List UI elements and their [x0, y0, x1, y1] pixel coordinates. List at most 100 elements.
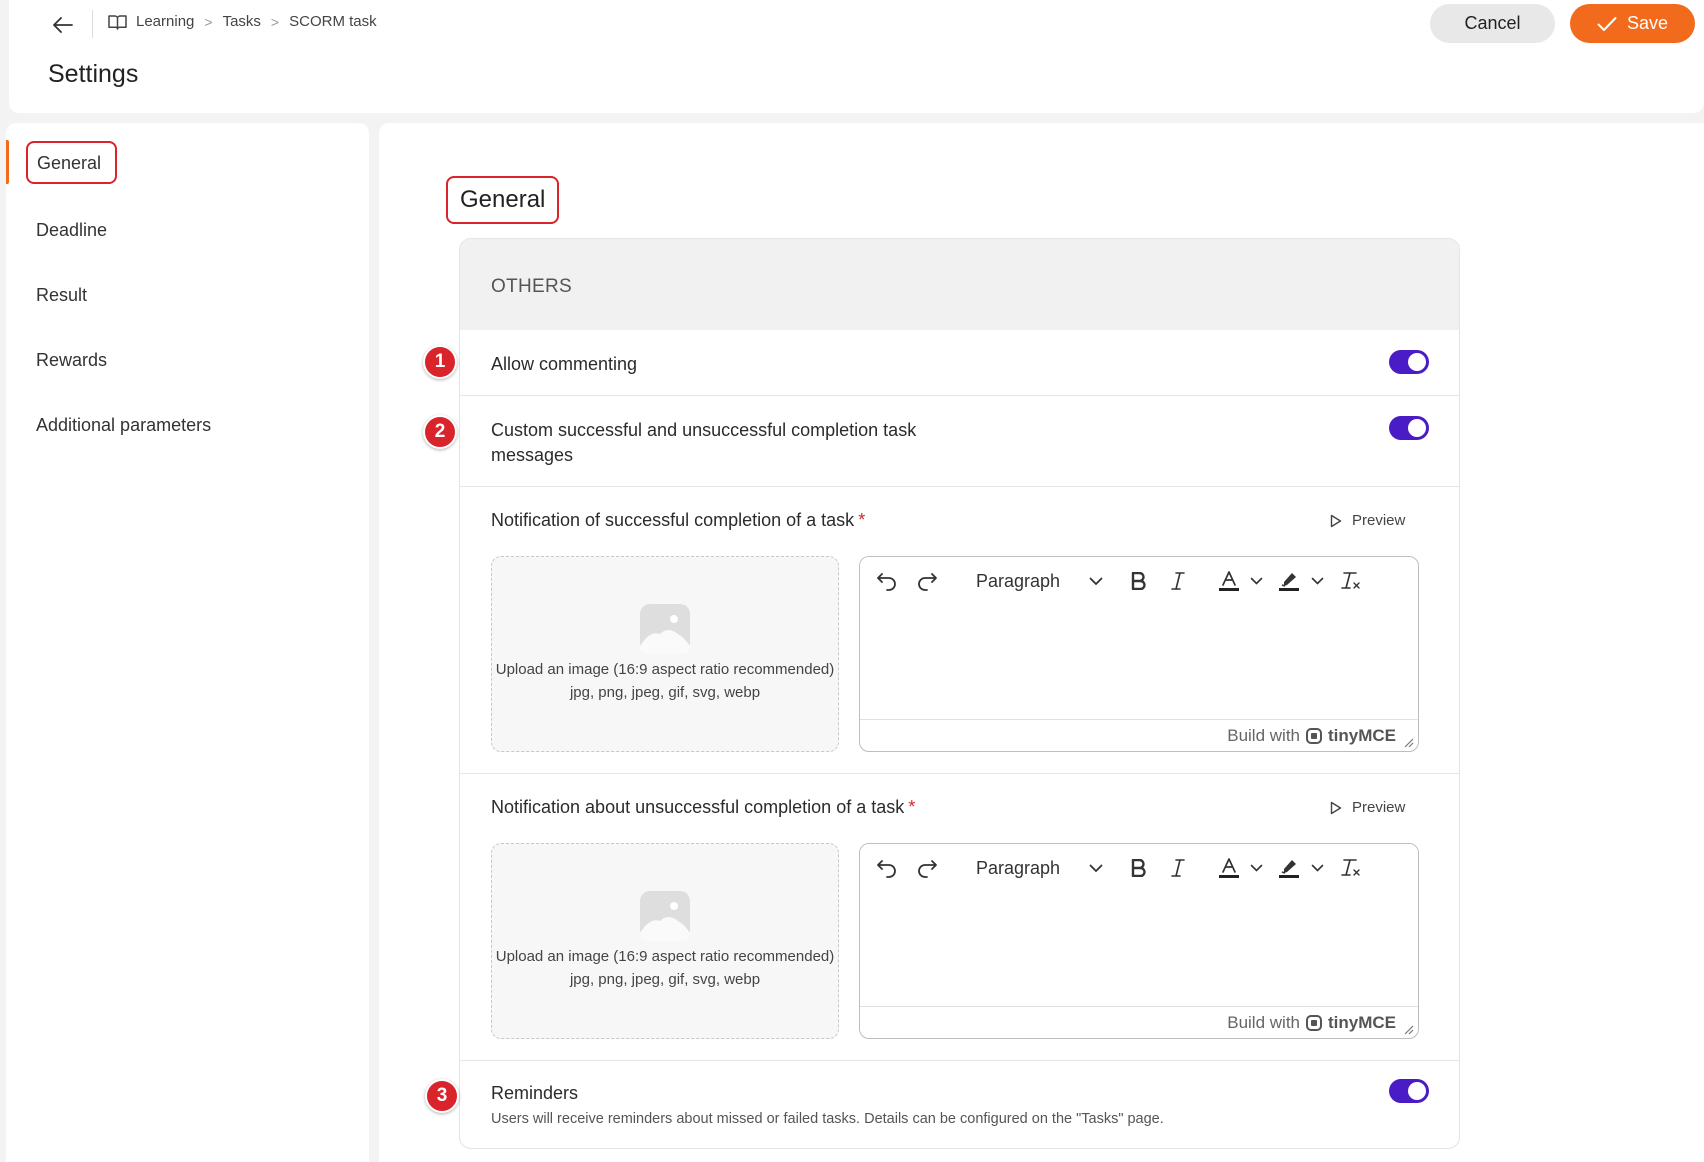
breadcrumb-separator-icon: >: [270, 13, 280, 30]
tinymce-brand: tinyMCE: [1328, 726, 1396, 745]
tinymce-logo-icon: [1306, 1015, 1322, 1031]
image-placeholder-icon: [640, 891, 690, 941]
card-header: OTHERS: [460, 239, 1459, 330]
clear-formatting-icon[interactable]: [1338, 568, 1364, 594]
play-icon: [1330, 801, 1342, 814]
tinymce-brand: tinyMCE: [1328, 1013, 1396, 1032]
bold-icon[interactable]: [1127, 568, 1151, 594]
top-bar: Learning > Tasks > SCORM task Settings C…: [9, 0, 1704, 113]
allow-commenting-toggle[interactable]: [1389, 350, 1429, 374]
editor-statusbar: Build with tinyMCE: [860, 1006, 1418, 1038]
text-color-icon[interactable]: [1216, 855, 1242, 881]
book-icon: [108, 14, 127, 30]
block-format-select[interactable]: Paragraph: [976, 571, 1060, 592]
bold-icon[interactable]: [1127, 855, 1151, 881]
chevron-down-icon[interactable]: [1248, 568, 1264, 594]
success-notification-label: Notification of successful completion of…: [491, 508, 865, 533]
divider: [460, 395, 1459, 396]
redo-icon[interactable]: [914, 568, 940, 594]
breadcrumb-current: SCORM task: [289, 13, 377, 30]
save-label: Save: [1626, 13, 1669, 33]
fail-image-upload[interactable]: Upload an image (16:9 aspect ratio recom…: [491, 843, 839, 1039]
chevron-down-icon[interactable]: [1309, 568, 1325, 594]
active-indicator: [6, 140, 9, 184]
sidebar-item-additional-parameters[interactable]: Additional parameters: [36, 415, 211, 436]
sidebar-item-rewards[interactable]: Rewards: [36, 350, 107, 371]
editor-content-area[interactable]: [860, 893, 1418, 1003]
sidebar-item-deadline[interactable]: Deadline: [36, 220, 107, 241]
upload-formats: jpg, png, jpeg, gif, svg, webp: [569, 684, 761, 701]
built-with-text: Build with: [1227, 726, 1300, 745]
undo-icon[interactable]: [874, 855, 900, 881]
highlight-icon[interactable]: [1276, 568, 1302, 594]
italic-icon[interactable]: [1166, 855, 1190, 881]
annotation-badge-3: 3: [425, 1079, 459, 1113]
chevron-down-icon[interactable]: [1309, 855, 1325, 881]
section-header-label: OTHERS: [491, 276, 572, 297]
allow-commenting-label: Allow commenting: [491, 354, 638, 374]
settings-card: OTHERS Allow commenting Custom successfu…: [459, 238, 1460, 1149]
tinymce-logo-icon: [1306, 728, 1322, 744]
success-notification-text: Notification of successful completion of…: [491, 510, 855, 530]
required-mark: *: [908, 797, 916, 817]
fail-notification-label: Notification about unsuccessful completi…: [491, 795, 915, 820]
success-rich-text-editor: Paragraph Build with tinyMCE: [859, 556, 1419, 752]
reminders-toggle[interactable]: [1389, 1079, 1429, 1103]
undo-icon[interactable]: [874, 568, 900, 594]
upload-formats: jpg, png, jpeg, gif, svg, webp: [569, 971, 761, 988]
divider: [460, 1060, 1459, 1061]
upload-instruction: Upload an image (16:9 aspect ratio recom…: [495, 661, 835, 678]
fail-preview-button[interactable]: Preview: [1330, 799, 1405, 816]
success-preview-button[interactable]: Preview: [1330, 512, 1405, 529]
image-placeholder-icon: [640, 604, 690, 654]
fail-notification-text: Notification about unsuccessful completi…: [491, 797, 905, 817]
annotation-badge-2: 2: [423, 415, 457, 449]
editor-content-area[interactable]: [860, 606, 1418, 716]
chevron-down-icon[interactable]: [1086, 568, 1106, 594]
tinymce-branding[interactable]: Build with tinyMCE: [1227, 726, 1396, 746]
upload-instruction: Upload an image (16:9 aspect ratio recom…: [495, 948, 835, 965]
clear-formatting-icon[interactable]: [1338, 855, 1364, 881]
fail-rich-text-editor: Paragraph Build with tinyMCE: [859, 843, 1419, 1039]
editor-statusbar: Build with tinyMCE: [860, 719, 1418, 751]
cancel-button[interactable]: Cancel: [1430, 4, 1555, 43]
custom-messages-label: Custom successful and unsuccessful compl…: [491, 418, 916, 468]
breadcrumb-separator-icon: >: [204, 13, 213, 30]
divider: [92, 10, 93, 38]
editor-toolbar: Paragraph: [860, 844, 1418, 893]
sidebar-item-result[interactable]: Result: [36, 285, 87, 306]
back-arrow-icon[interactable]: [50, 12, 76, 38]
preview-label: Preview: [1352, 799, 1406, 816]
chevron-down-icon[interactable]: [1086, 855, 1106, 881]
highlight-icon[interactable]: [1276, 855, 1302, 881]
reminders-label: Reminders: [491, 1083, 579, 1103]
editor-toolbar: Paragraph: [860, 557, 1418, 606]
custom-messages-toggle[interactable]: [1389, 416, 1429, 440]
breadcrumb-tasks[interactable]: Tasks: [223, 13, 261, 30]
chevron-down-icon[interactable]: [1248, 855, 1264, 881]
reminders-description: Users will receive reminders about misse…: [491, 1111, 1164, 1127]
sidebar: General Deadline Result Rewards Addition…: [6, 123, 369, 1162]
success-image-upload[interactable]: Upload an image (16:9 aspect ratio recom…: [491, 556, 839, 752]
breadcrumb: Learning > Tasks > SCORM task: [108, 13, 377, 30]
save-button[interactable]: Save: [1570, 4, 1695, 43]
preview-label: Preview: [1352, 512, 1406, 529]
italic-icon[interactable]: [1166, 568, 1190, 594]
text-color-icon[interactable]: [1216, 568, 1242, 594]
built-with-text: Build with: [1227, 1013, 1300, 1032]
required-mark: *: [858, 510, 866, 530]
block-format-select[interactable]: Paragraph: [976, 858, 1060, 879]
redo-icon[interactable]: [914, 855, 940, 881]
resize-handle-icon[interactable]: [1404, 738, 1414, 748]
breadcrumb-learning[interactable]: Learning: [136, 13, 194, 30]
sidebar-item-general[interactable]: General: [26, 141, 118, 184]
divider: [460, 773, 1459, 774]
check-icon: [1597, 16, 1617, 31]
divider: [460, 486, 1459, 487]
custom-messages-label-line2: messages: [491, 445, 574, 465]
resize-handle-icon[interactable]: [1404, 1025, 1414, 1035]
page-title: Settings: [48, 60, 139, 88]
tinymce-branding[interactable]: Build with tinyMCE: [1227, 1013, 1396, 1033]
custom-messages-label-line1: Custom successful and unsuccessful compl…: [491, 420, 917, 440]
play-icon: [1330, 514, 1342, 527]
